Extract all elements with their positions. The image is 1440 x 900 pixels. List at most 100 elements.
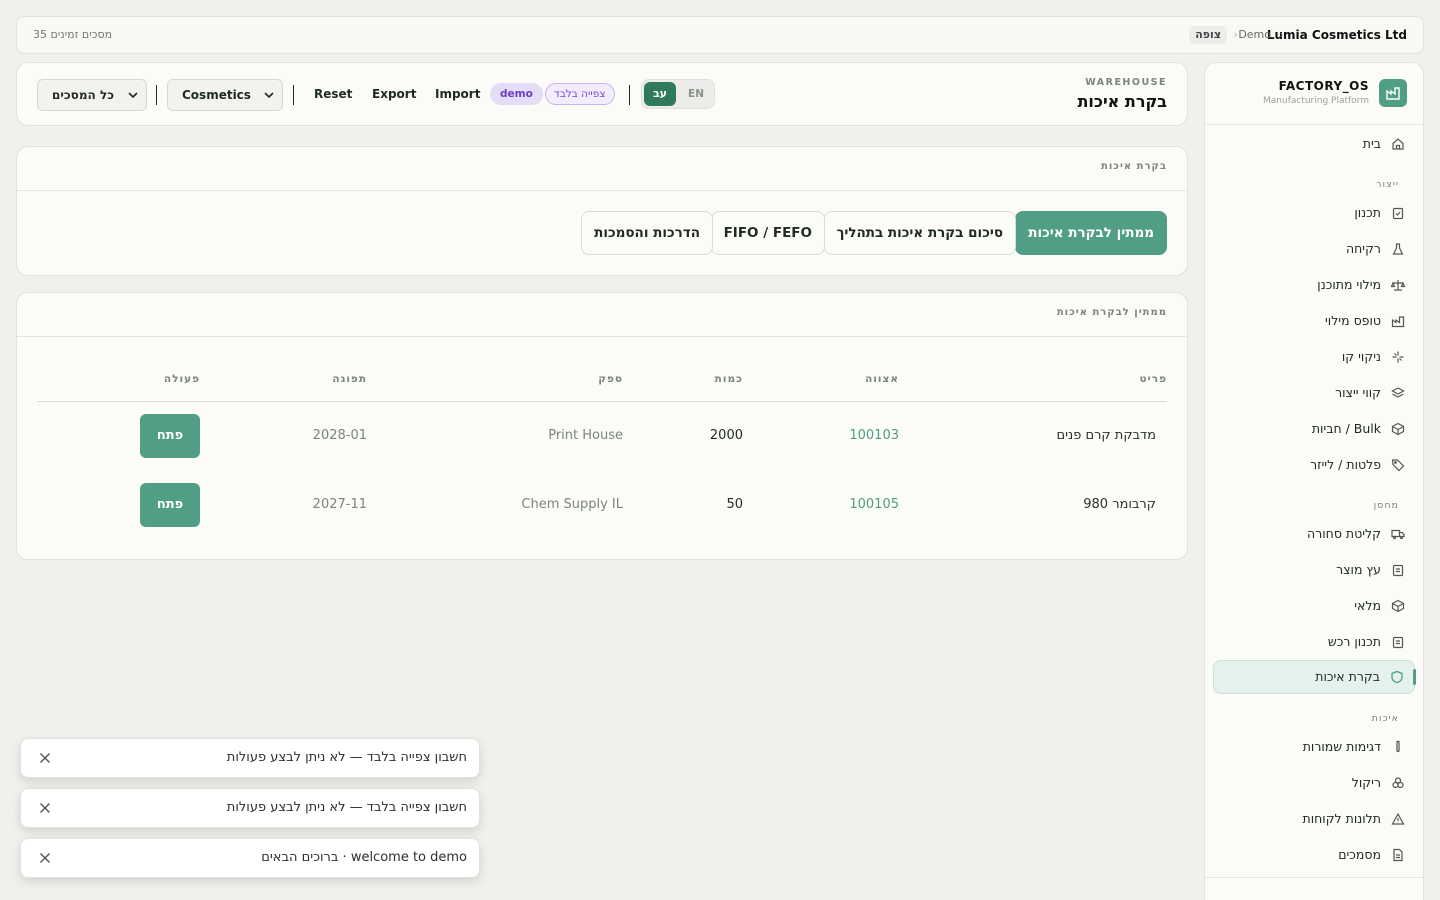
close-icon[interactable]: [39, 752, 51, 764]
open-button[interactable]: פתח: [140, 483, 200, 527]
sidebar-item-quality-control[interactable]: בקרת איכות: [1213, 660, 1416, 694]
card-kicker: ממתין לבקרת איכות: [1056, 307, 1167, 318]
lang-he-button[interactable]: עב: [644, 82, 676, 106]
tab-pending-qc[interactable]: ממתין לבקרת איכות: [1015, 211, 1167, 255]
column-header-action: פעולה: [163, 373, 200, 385]
toolbar-divider: [293, 85, 294, 105]
category-select[interactable]: Cosmetics: [167, 79, 283, 111]
sidebar-item-label: עץ מוצר: [1336, 562, 1381, 577]
sidebar-item-documents[interactable]: מסמכים: [1213, 838, 1415, 872]
top-bar: Lumia Cosmetics Ltd › Demo › צופה 35 מסכ…: [16, 16, 1424, 54]
toast-notification: welcome to demo · ברוכים הבאים: [20, 838, 480, 878]
column-header-quantity: כמות: [714, 373, 743, 385]
card-kicker: בקרת איכות: [1101, 161, 1167, 172]
sidebar-item-planned-filling[interactable]: מילוי מתוכנן: [1213, 268, 1415, 302]
view-only-badge: צפייה בלבד: [545, 83, 615, 105]
scale-icon: [1391, 280, 1405, 291]
sidebar: FACTORY_OS Manufacturing Platform בית יי…: [1204, 62, 1424, 900]
lang-en-button[interactable]: EN: [680, 82, 712, 106]
reset-button[interactable]: Reset: [314, 83, 352, 105]
cell-supplier: Print House: [548, 428, 623, 443]
chevron-down-icon: [128, 92, 138, 99]
sidebar-item-label: בית: [1362, 136, 1381, 151]
shield-icon: [1391, 670, 1403, 684]
sidebar-item-label: מסמכים: [1338, 847, 1381, 862]
sidebar-brand[interactable]: FACTORY_OS Manufacturing Platform: [1205, 63, 1423, 125]
warning-icon: [1391, 812, 1405, 825]
section-quality: איכות: [1371, 713, 1399, 724]
sidebar-item-label: קליטת סחורה: [1307, 526, 1381, 541]
sidebar-item-product-tree[interactable]: עץ מוצר: [1213, 553, 1415, 587]
box-icon: [1391, 599, 1405, 613]
sidebar-item-goods-receipt[interactable]: קליטת סחורה: [1213, 517, 1415, 551]
workspace-name[interactable]: Demo: [1238, 17, 1271, 53]
document-icon: [1393, 848, 1403, 862]
sidebar-item-production-lines[interactable]: קווי ייצור: [1213, 376, 1415, 410]
chevron-down-icon: [264, 92, 274, 99]
import-button[interactable]: Import: [435, 83, 480, 105]
column-header-supplier: ספק: [598, 373, 623, 385]
demo-badge: demo: [490, 83, 543, 105]
available-screens-count: 35 מסכים זמינים: [33, 28, 113, 41]
column-header-batch: אצווה: [865, 373, 899, 385]
section-warehouse: מחסן: [1373, 500, 1399, 511]
tab-fifo-fefo[interactable]: FIFO / FEFO: [710, 211, 825, 255]
sidebar-item-filling-form[interactable]: טופס מילוי: [1213, 304, 1415, 338]
cell-quantity: 2000: [709, 428, 743, 443]
sidebar-item-recall[interactable]: ריקול: [1213, 766, 1415, 800]
factory-logo-icon: [1379, 79, 1407, 107]
sidebar-item-label: בקרת איכות: [1315, 669, 1380, 684]
cell-expiry: 2027-11: [312, 497, 367, 512]
sidebar-item-planning[interactable]: תכנון: [1213, 196, 1415, 230]
close-icon[interactable]: [39, 802, 51, 814]
section-production: ייצור: [1376, 179, 1399, 190]
clipboard-icon: [1392, 564, 1404, 577]
sidebar-item-pallets[interactable]: פלטות / לייזר: [1213, 448, 1415, 482]
page-kicker: WAREHOUSE: [1085, 77, 1167, 88]
sparkle-icon: [1392, 351, 1404, 363]
sidebar-item-customer-complaints[interactable]: תלונות לקוחות: [1213, 802, 1415, 836]
sidebar-item-label: קווי ייצור: [1335, 385, 1381, 400]
sidebar-item-bulk[interactable]: Bulk / חביות: [1213, 412, 1415, 446]
sidebar-item-label: תכנון רכש: [1327, 634, 1381, 649]
sidebar-item-purchase-planning[interactable]: תכנון רכש: [1213, 625, 1415, 659]
breadcrumb-separator: ›: [1279, 28, 1284, 41]
card-divider: [17, 190, 1187, 191]
cell-batch-link[interactable]: 100105: [849, 497, 899, 512]
tab-in-process-summary[interactable]: סיכום בקרת איכות בתהליך: [823, 211, 1016, 255]
sidebar-item-label: תלונות לקוחות: [1302, 811, 1382, 826]
sidebar-item-label: מלאי: [1354, 598, 1381, 613]
layers-icon: [1391, 387, 1405, 398]
sidebar-item-inventory[interactable]: מלאי: [1213, 589, 1415, 623]
table-header-divider: [37, 401, 1167, 402]
page-header: WAREHOUSE בקרת איכות EN עב צפייה בלבד de…: [16, 62, 1188, 126]
category-select-value: Cosmetics: [182, 88, 251, 102]
screens-select-value: כל המסכים: [52, 88, 115, 102]
sidebar-item-home[interactable]: בית: [1213, 127, 1415, 161]
truck-icon: [1391, 529, 1405, 540]
screens-select[interactable]: כל המסכים: [37, 79, 147, 111]
sidebar-item-label: טופס מילוי: [1325, 313, 1381, 328]
export-button[interactable]: Export: [372, 83, 416, 105]
tab-trainings[interactable]: הדרכות והסמכות: [581, 211, 713, 255]
toast-notification: חשבון צפייה בלבד — לא ניתן לבצע פעולות: [20, 738, 480, 778]
open-button[interactable]: פתח: [140, 414, 200, 458]
qc-tabs-card: בקרת איכות ממתין לבקרת איכות סיכום בקרת …: [16, 146, 1188, 276]
flask-icon: [1392, 243, 1404, 255]
cell-item: קרבומר 980: [1083, 497, 1156, 512]
cell-batch-link[interactable]: 100103: [849, 428, 899, 443]
toast-message: welcome to demo · ברוכים הבאים: [261, 850, 467, 865]
sidebar-item-label: מילוי מתוכנן: [1317, 277, 1381, 292]
sidebar-item-compounding[interactable]: רקיחה: [1213, 232, 1415, 266]
clipboard-check-icon: [1392, 207, 1404, 220]
sidebar-item-retained-samples[interactable]: דגימות שמורות: [1213, 730, 1415, 764]
sidebar-item-line-cleaning[interactable]: ניקוי קו: [1213, 340, 1415, 374]
brand-subtitle: Manufacturing Platform: [1263, 96, 1369, 106]
sidebar-item-label: פלטות / לייזר: [1310, 457, 1381, 472]
breadcrumb-separator: ›: [1233, 28, 1238, 41]
company-name: Lumia Cosmetics Ltd: [1266, 28, 1407, 42]
factory-icon: [1391, 316, 1405, 328]
language-toggle: EN עב: [641, 79, 715, 109]
cell-quantity: 50: [726, 497, 743, 512]
close-icon[interactable]: [39, 852, 51, 864]
